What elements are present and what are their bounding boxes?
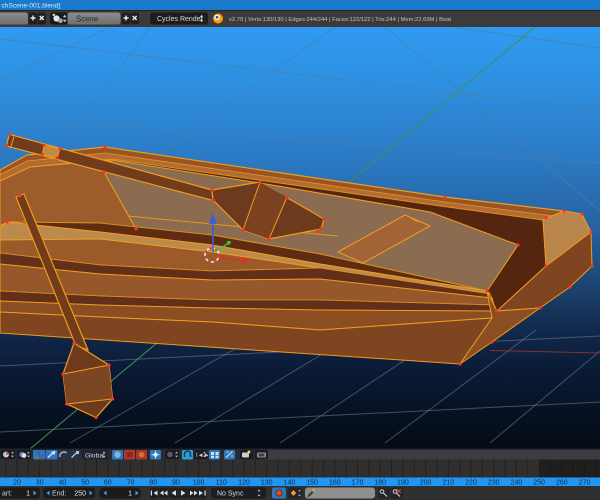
- svg-text:20: 20: [13, 479, 21, 486]
- svg-text:270: 270: [579, 479, 591, 486]
- svg-text:50: 50: [81, 479, 89, 486]
- svg-text:210: 210: [442, 479, 454, 486]
- svg-text:180: 180: [374, 479, 386, 486]
- svg-text:Scene: Scene: [76, 15, 98, 24]
- svg-text:260: 260: [556, 479, 568, 486]
- svg-text:1: 1: [128, 491, 132, 498]
- svg-text:190: 190: [397, 479, 409, 486]
- svg-text:120: 120: [238, 479, 250, 486]
- svg-text:130: 130: [261, 479, 273, 486]
- svg-text:110: 110: [216, 479, 227, 486]
- svg-text:150: 150: [306, 479, 318, 486]
- svg-text:60: 60: [104, 479, 112, 486]
- svg-text:Cycles Render: Cycles Render: [157, 16, 204, 23]
- svg-text:100: 100: [193, 479, 205, 486]
- svg-text:250: 250: [74, 491, 86, 498]
- svg-text:Global: Global: [85, 452, 105, 459]
- svg-text:80: 80: [149, 479, 157, 486]
- svg-text:170: 170: [352, 479, 364, 486]
- svg-text:160: 160: [329, 479, 341, 486]
- svg-text:200: 200: [420, 479, 432, 486]
- svg-text:230: 230: [488, 479, 500, 486]
- svg-text:250: 250: [533, 479, 545, 486]
- svg-text:chScene-001.blend]: chScene-001.blend]: [2, 3, 61, 10]
- svg-text:1: 1: [26, 491, 30, 498]
- svg-text:No Sync: No Sync: [217, 491, 244, 498]
- svg-text:240: 240: [511, 479, 523, 486]
- svg-text:140: 140: [284, 479, 296, 486]
- svg-text:90: 90: [172, 479, 180, 486]
- svg-text:30: 30: [36, 479, 44, 486]
- svg-text:40: 40: [59, 479, 67, 486]
- svg-text:End:: End:: [52, 491, 66, 498]
- svg-text:v2.79 | Verts:130/130 | Edges:: v2.79 | Verts:130/130 | Edges:244/244 | …: [229, 17, 451, 23]
- svg-text:art:: art:: [2, 491, 12, 498]
- svg-text:70: 70: [127, 479, 135, 486]
- svg-text:220: 220: [465, 479, 477, 486]
